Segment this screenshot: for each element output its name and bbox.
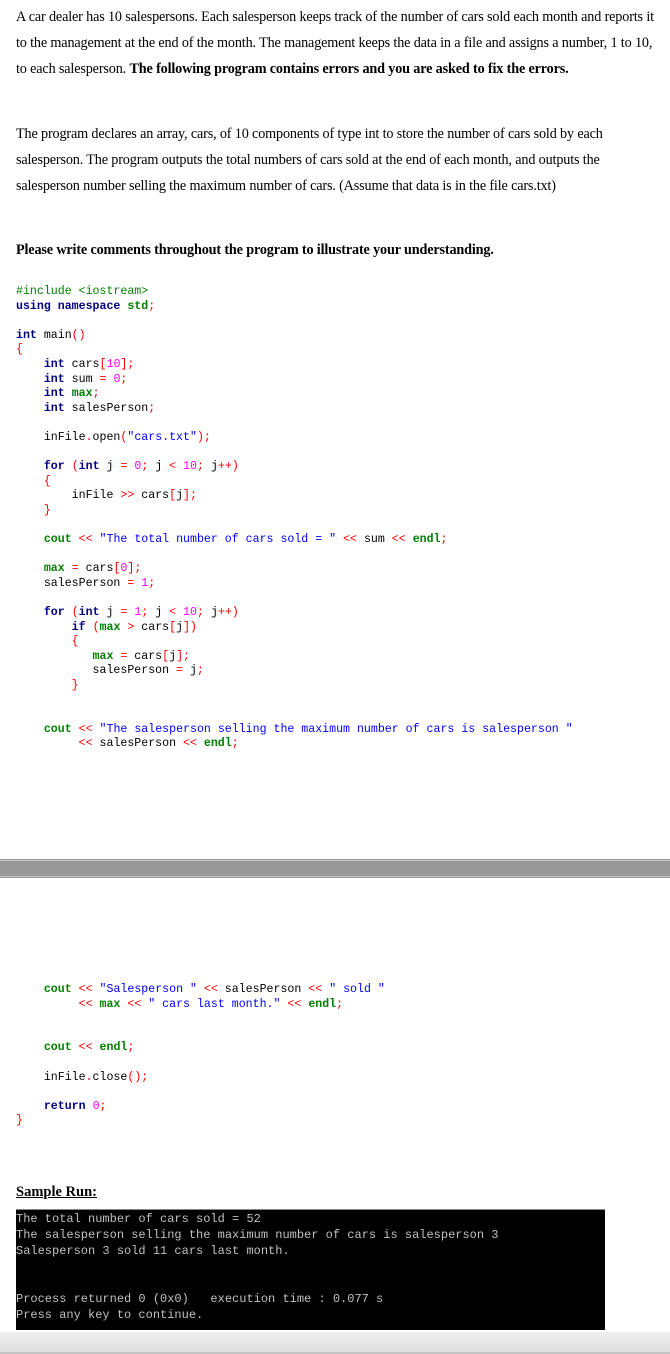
code-line: int salesPerson;	[43, 401, 156, 415]
code-line: if (max > cars[j])	[71, 620, 198, 634]
problem-paragraph-2: The program declares an array, cars, of …	[16, 126, 603, 194]
code-line: max = cars[0];	[43, 562, 142, 576]
console-line: Process returned 0 (0x0) execution time …	[16, 1292, 384, 1306]
code-line: {	[16, 343, 23, 357]
code-line: int main()	[16, 328, 86, 342]
code-line: cout << "Salesperson " << salesPerson <<…	[43, 983, 385, 996]
problem-paragraph-1: A car dealer has 10 salespersons. Each s…	[16, 4, 662, 82]
code-line: int max;	[43, 387, 100, 401]
console-line: The salesperson selling the maximum numb…	[16, 1228, 499, 1242]
bottom-bar	[0, 1332, 670, 1354]
code-line: cout << "The salesperson selling the max…	[43, 722, 573, 736]
code-line: {	[43, 474, 51, 488]
code-line: }	[71, 679, 79, 693]
code-block-bottom: cout << "Salesperson " << salesPerson <<…	[16, 983, 385, 1129]
code-line: inFile.open("cars.txt");	[16, 430, 211, 444]
code-line: return 0;	[43, 1099, 107, 1113]
console-output: The total number of cars sold = 52 The sa…	[16, 1209, 605, 1330]
code-line: for (int j = 1; j < 10; j++)	[43, 606, 239, 620]
code-line: }	[43, 503, 51, 517]
code-line: << max << " cars last month." << endl;	[78, 997, 344, 1011]
page-divider	[0, 860, 670, 877]
code-line: using namespace std;	[16, 299, 156, 313]
console-line: Salesperson 3 sold 11 cars last month.	[16, 1244, 290, 1258]
code-line: max = cars[j];	[92, 649, 191, 663]
code-line: }	[16, 1114, 23, 1128]
code-line: salesPerson = 1;	[16, 576, 156, 590]
code-line: inFile.close();	[16, 1070, 149, 1084]
code-line: cout << endl;	[43, 1041, 135, 1055]
code-block-top: #include <iostream> using namespace std; …	[16, 285, 573, 752]
code-line: cout << "The total number of cars sold =…	[43, 533, 448, 547]
console-line: Press any key to continue.	[16, 1308, 204, 1322]
code-line: int cars[10];	[43, 357, 135, 371]
sample-run-title: Sample Run:	[16, 1184, 97, 1200]
code-line: int sum = 0;	[43, 372, 128, 386]
problem-task: The following program contains errors an…	[129, 61, 569, 77]
code-line: inFile >> cars[j];	[16, 489, 197, 503]
code-line: #include <iostream>	[16, 285, 149, 298]
code-line: {	[71, 635, 79, 649]
code-line: << salesPerson << endl;	[78, 737, 239, 751]
instruction-text: Please write comments throughout the pro…	[16, 242, 494, 258]
code-line: for (int j = 0; j < 10; j++)	[43, 460, 239, 474]
console-line: The total number of cars sold = 52	[16, 1212, 261, 1226]
code-line: salesPerson = j;	[16, 664, 204, 678]
